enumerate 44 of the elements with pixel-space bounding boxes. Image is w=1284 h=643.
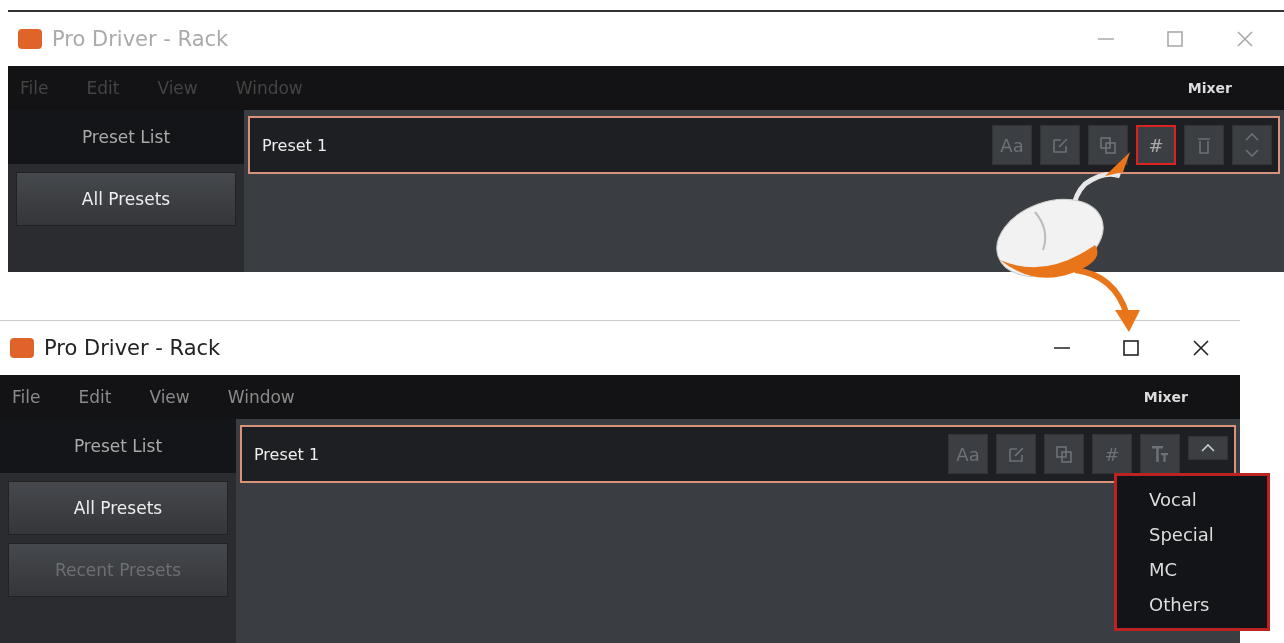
preset-category-button[interactable]: All Presets xyxy=(16,172,236,226)
curved-arrow xyxy=(1074,267,1140,332)
menu-option[interactable]: Vocal xyxy=(1117,482,1267,517)
preset-list-header: Preset List xyxy=(8,110,244,164)
maximize-icon xyxy=(1122,339,1140,357)
mixer-tab[interactable]: Mixer xyxy=(1143,389,1228,405)
toolbar-button[interactable] xyxy=(1088,125,1128,165)
text-size-icon xyxy=(1152,446,1168,462)
menu-item[interactable]: View xyxy=(149,387,190,407)
app-icon xyxy=(18,29,42,49)
maximize-icon xyxy=(1166,30,1184,48)
copy-icon xyxy=(1054,444,1074,464)
mixer-tab[interactable]: Mixer xyxy=(1187,80,1272,96)
close-icon xyxy=(1192,339,1210,357)
toolbar-button[interactable] xyxy=(1184,125,1224,165)
move-buttons[interactable] xyxy=(1232,125,1272,165)
up-caret-icon xyxy=(1245,133,1259,141)
preset-name: Preset 1 xyxy=(262,135,328,155)
menu-item[interactable]: Edit xyxy=(78,387,112,407)
app-icon xyxy=(10,338,34,358)
menu-option[interactable]: Special xyxy=(1117,517,1267,552)
minimize-icon xyxy=(1054,347,1070,349)
preset-category-button[interactable]: All Presets xyxy=(8,481,228,535)
copy-icon xyxy=(1098,135,1118,155)
toolbar-button[interactable] xyxy=(1188,436,1228,460)
menu-item[interactable]: Window xyxy=(227,387,295,407)
menu-item[interactable]: File xyxy=(12,387,41,407)
up-caret-icon xyxy=(1201,444,1215,452)
preset-list-header: Preset List xyxy=(0,419,236,473)
menu-option[interactable]: Others xyxy=(1117,587,1267,622)
toolbar-button[interactable]: # xyxy=(1136,125,1176,165)
toolbar-button[interactable] xyxy=(1040,125,1080,165)
close-icon xyxy=(1236,30,1254,48)
edit-icon xyxy=(1050,135,1070,155)
toolbar-button[interactable] xyxy=(1044,434,1084,474)
menu-option[interactable]: MC xyxy=(1117,552,1267,587)
preset-name: Preset 1 xyxy=(254,444,320,464)
minimize-icon xyxy=(1098,38,1114,40)
window-title: Pro Driver - Rack xyxy=(52,27,229,51)
toolbar-button[interactable] xyxy=(996,434,1036,474)
toolbar-button[interactable] xyxy=(1140,434,1180,474)
window-title: Pro Driver - Rack xyxy=(44,336,221,360)
edit-icon xyxy=(1006,444,1026,464)
down-caret-icon xyxy=(1245,149,1259,157)
